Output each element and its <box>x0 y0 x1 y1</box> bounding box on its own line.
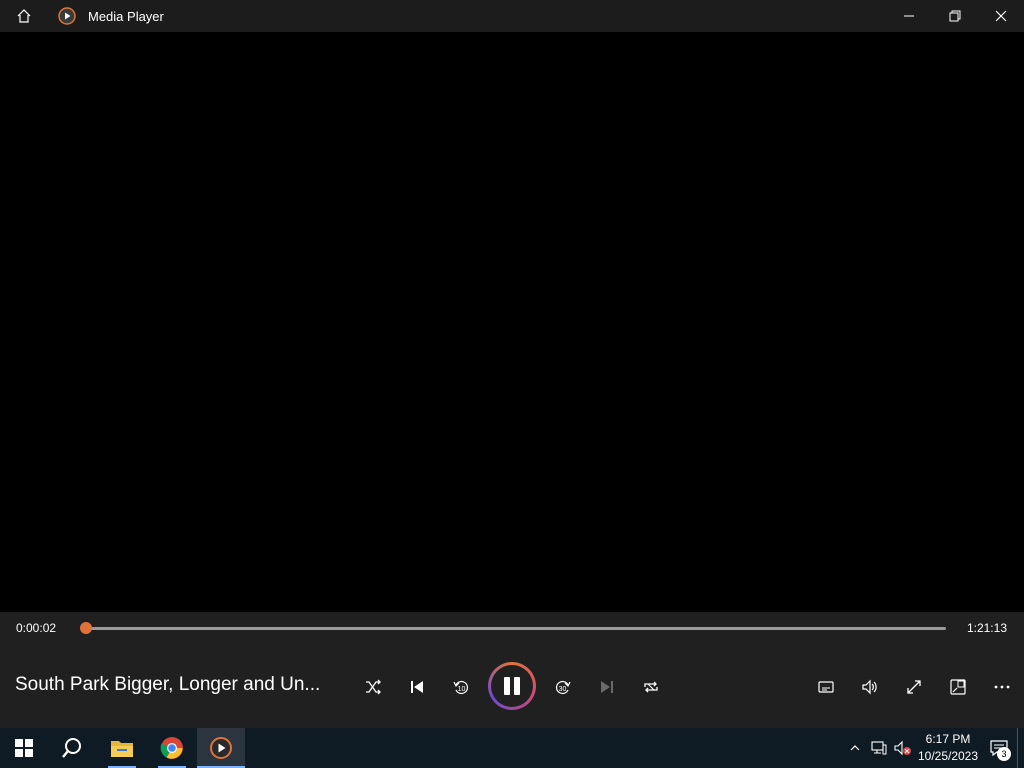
show-desktop-button[interactable] <box>1017 728 1024 768</box>
pause-icon <box>504 677 520 695</box>
volume-button[interactable] <box>853 670 887 704</box>
taskbar-file-explorer[interactable] <box>98 728 146 768</box>
close-button[interactable] <box>978 0 1024 32</box>
more-options-button[interactable] <box>985 670 1019 704</box>
restore-icon <box>949 10 961 22</box>
next-icon <box>601 681 613 693</box>
captions-button[interactable] <box>809 670 843 704</box>
shuffle-button[interactable] <box>356 670 390 704</box>
windows-start-icon <box>15 739 33 757</box>
next-button[interactable] <box>590 670 624 704</box>
close-icon <box>995 10 1007 22</box>
chrome-icon <box>160 737 183 759</box>
more-icon <box>994 685 1010 689</box>
video-area[interactable] <box>0 32 1024 612</box>
total-time: 1:21:13 <box>966 621 1007 635</box>
media-player-logo-icon <box>58 7 76 25</box>
volume-icon <box>862 679 877 695</box>
taskbar-chrome[interactable] <box>148 728 196 768</box>
mini-player-icon <box>950 679 966 695</box>
taskbar: 6:17 PM 10/25/2023 3 <box>0 728 1024 768</box>
previous-button[interactable] <box>400 670 434 704</box>
repeat-icon <box>644 681 658 693</box>
file-explorer-icon <box>111 741 133 757</box>
forward-30-button[interactable]: 30 <box>546 670 580 704</box>
home-icon <box>17 9 31 23</box>
repeat-button[interactable] <box>634 670 668 704</box>
action-center-button[interactable]: 3 <box>981 728 1017 768</box>
play-pause-button[interactable] <box>488 662 536 710</box>
captions-icon <box>818 681 834 693</box>
clock[interactable]: 6:17 PM 10/25/2023 <box>915 731 981 765</box>
media-player-icon <box>210 737 232 759</box>
fullscreen-icon <box>907 680 921 694</box>
search-icon <box>62 738 81 758</box>
svg-text:10: 10 <box>458 686 466 693</box>
minimize-button[interactable] <box>886 0 932 32</box>
seek-bar[interactable] <box>86 627 946 630</box>
svg-text:30: 30 <box>559 686 567 693</box>
minimize-icon <box>904 15 914 17</box>
show-hidden-icons-button[interactable] <box>843 728 867 768</box>
network-icon <box>871 741 887 755</box>
fullscreen-button[interactable] <box>897 670 931 704</box>
app-title: Media Player <box>88 8 164 24</box>
playback-controls: 0:00:02 1:21:13 South Park Bigger, Longe… <box>0 612 1024 728</box>
network-button[interactable] <box>867 728 891 768</box>
taskbar-media-player[interactable] <box>197 728 245 768</box>
title-bar: Media Player <box>0 0 1024 32</box>
chevron-up-icon <box>850 745 860 751</box>
search-button[interactable] <box>48 728 96 768</box>
home-button[interactable] <box>0 0 48 32</box>
forward-30-icon: 30 <box>555 680 571 695</box>
clock-date: 10/25/2023 <box>917 749 979 763</box>
notification-count-badge: 3 <box>997 747 1011 761</box>
system-tray: 6:17 PM 10/25/2023 3 <box>843 728 1024 768</box>
volume-muted-icon <box>894 740 911 756</box>
seek-thumb[interactable] <box>80 622 93 634</box>
window-controls <box>886 0 1024 32</box>
restore-button[interactable] <box>932 0 978 32</box>
volume-tray-button[interactable] <box>891 728 915 768</box>
start-button[interactable] <box>0 728 48 768</box>
previous-icon <box>411 681 423 693</box>
clock-time: 6:17 PM <box>925 732 971 746</box>
media-title: South Park Bigger, Longer and Un... <box>15 674 321 695</box>
current-time: 0:00:02 <box>16 621 57 635</box>
rewind-10-button[interactable]: 10 <box>444 670 478 704</box>
shuffle-icon <box>366 679 381 695</box>
mini-player-button[interactable] <box>941 670 975 704</box>
rewind-10-icon: 10 <box>453 680 469 695</box>
